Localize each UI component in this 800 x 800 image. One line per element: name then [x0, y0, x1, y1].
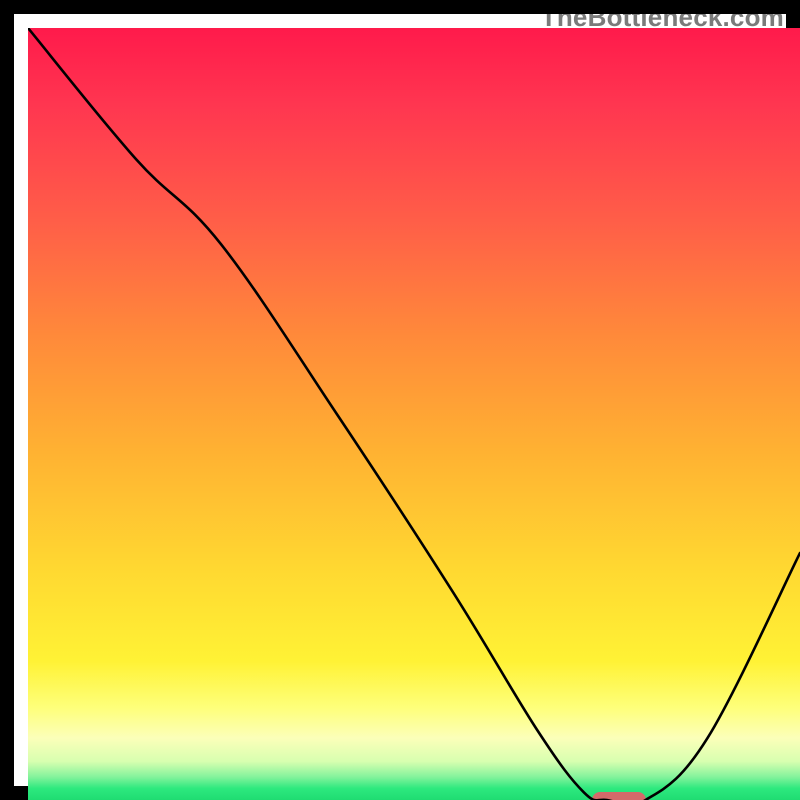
curve-line — [28, 28, 800, 800]
plot-area — [28, 28, 800, 800]
chart-frame — [0, 0, 800, 800]
